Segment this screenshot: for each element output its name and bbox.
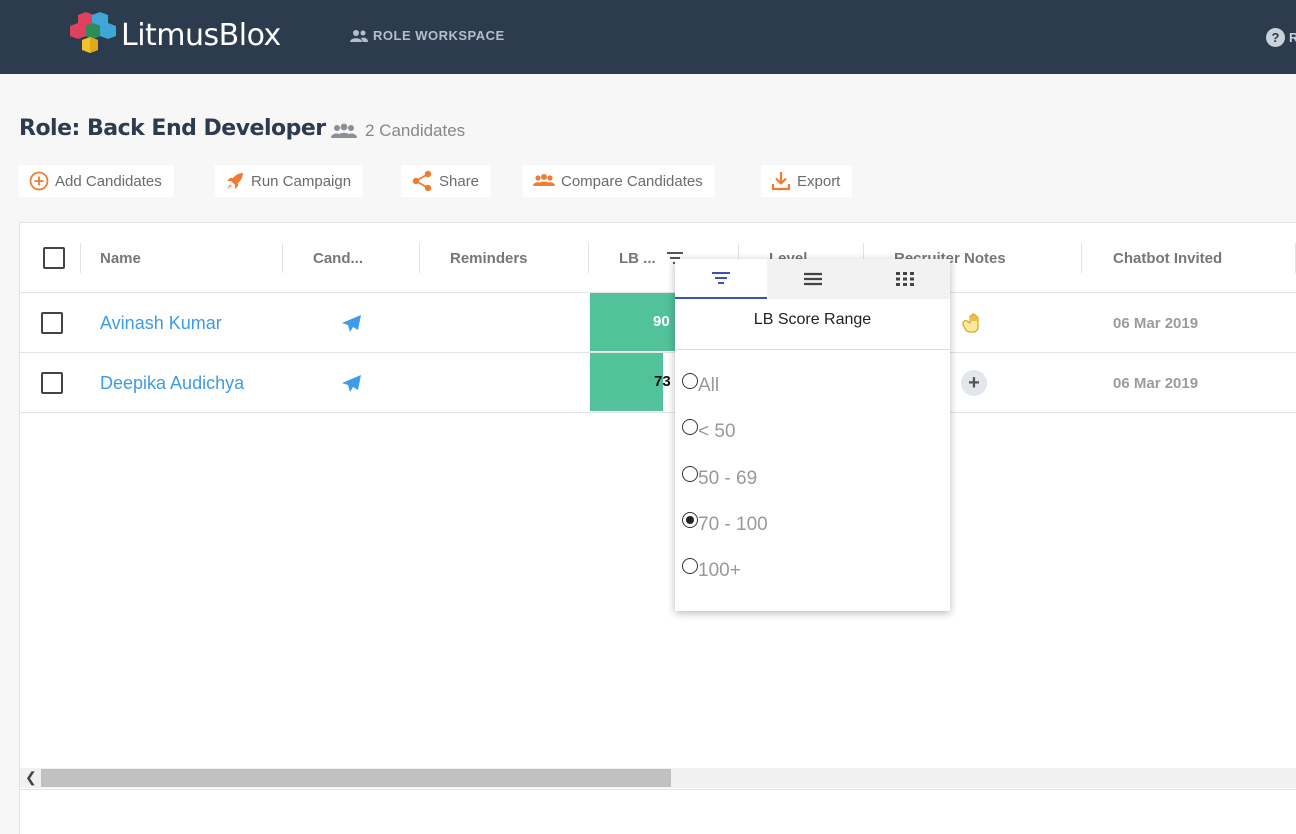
filter-option-all[interactable]: All [682, 373, 719, 397]
chatbot-invited-date: 06 Mar 2019 [1113, 314, 1199, 332]
menu-lines-icon [804, 272, 822, 286]
top-navbar: LitmusBlox ROLE WORKSPACE ? R [0, 0, 1296, 74]
share-label: Share [439, 172, 480, 190]
table-row: Deepika Audichya 73 + 06 Mar 2019 [20, 353, 1296, 413]
tab-general[interactable] [767, 259, 859, 299]
lb-score-value: 73 [654, 373, 671, 390]
plus-circle-icon [29, 171, 49, 191]
hand-pointer-icon[interactable] [961, 312, 987, 334]
share-button[interactable]: Share [401, 165, 492, 197]
brand-name: LitmusBlox [121, 18, 281, 53]
column-header-lb-score[interactable]: LB ... [619, 223, 656, 293]
table-footer-divider [20, 789, 1296, 790]
filter-option-lt-50[interactable]: < 50 [682, 419, 736, 443]
add-candidates-label: Add Candidates [55, 172, 162, 190]
scroll-left-arrow-icon[interactable]: ❮ [25, 769, 37, 786]
filter-popup-tabs [675, 259, 950, 299]
filter-option-label: 70 - 100 [698, 514, 768, 535]
filter-option-label: 100+ [698, 560, 741, 581]
column-divider [80, 243, 81, 273]
export-label: Export [797, 172, 841, 190]
column-header-name[interactable]: Name [100, 223, 141, 293]
radio-button-selected[interactable] [682, 512, 698, 528]
table-row: Avinash Kumar 90 06 Mar 2019 [20, 293, 1296, 353]
run-campaign-label: Run Campaign [251, 172, 352, 190]
row-checkbox[interactable] [41, 372, 63, 394]
column-header-chatbot-invited[interactable]: Chatbot Invited [1113, 223, 1222, 293]
select-all-checkbox[interactable] [43, 247, 65, 269]
lb-score-bar [590, 353, 663, 411]
horizontal-scrollbar[interactable]: ❮ [20, 768, 1296, 788]
column-divider [282, 243, 283, 273]
candidate-name-link[interactable]: Deepika Audichya [100, 373, 244, 394]
add-candidates-button[interactable]: Add Candidates [19, 165, 174, 197]
export-button[interactable]: Export [761, 165, 853, 197]
filter-option-label: 50 - 69 [698, 468, 758, 489]
chatbot-invited-date: 06 Mar 2019 [1113, 374, 1199, 392]
radio-button[interactable] [682, 373, 698, 389]
users-icon [331, 123, 357, 138]
add-note-button[interactable]: + [961, 370, 987, 396]
column-divider [588, 243, 589, 273]
compare-candidates-label: Compare Candidates [561, 172, 703, 190]
column-divider [1081, 243, 1082, 273]
filter-option-50-69[interactable]: 50 - 69 [682, 466, 757, 490]
help-icon: ? [1266, 28, 1285, 47]
radio-button[interactable] [682, 558, 698, 574]
users-group-icon [533, 174, 555, 186]
column-divider [419, 243, 420, 273]
tab-columns[interactable] [859, 259, 951, 299]
table-header: Name Cand... Reminders LB ... Level Recr… [20, 223, 1296, 293]
tab-filter[interactable] [675, 259, 767, 299]
filter-popup-title: LB Score Range [753, 311, 872, 328]
help-menu[interactable]: ? R [1266, 28, 1296, 47]
filter-option-label: < 50 [698, 421, 736, 442]
candidate-count: 2 Candidates [331, 121, 465, 141]
users-icon [350, 29, 368, 42]
run-campaign-button[interactable]: Run Campaign [215, 165, 364, 197]
candidates-table: Name Cand... Reminders LB ... Level Recr… [19, 222, 1296, 834]
compare-candidates-button[interactable]: Compare Candidates [523, 165, 715, 197]
popup-divider [675, 349, 950, 350]
nav-role-workspace[interactable]: ROLE WORKSPACE [349, 28, 505, 43]
column-header-reminders[interactable]: Reminders [450, 223, 528, 293]
radio-button[interactable] [682, 466, 698, 482]
nav-role-workspace-label: ROLE WORKSPACE [373, 28, 505, 43]
help-label: R [1289, 30, 1296, 45]
row-checkbox[interactable] [41, 312, 63, 334]
filter-option-label: All [698, 375, 720, 396]
download-icon [771, 172, 791, 191]
paper-plane-icon[interactable] [342, 314, 361, 332]
litmusblox-logo-icon[interactable] [68, 12, 118, 62]
rocket-icon [227, 173, 243, 189]
filter-option-100-plus[interactable]: 100+ [682, 558, 741, 582]
radio-button[interactable] [682, 419, 698, 435]
filter-icon [712, 272, 730, 284]
candidate-count-label: 2 Candidates [365, 121, 466, 140]
page-title: Role: Back End Developer [19, 116, 326, 141]
scrollbar-thumb[interactable] [41, 769, 671, 787]
column-header-candidate[interactable]: Cand... [313, 223, 363, 293]
lb-score-filter-popup: LB Score Range All < 50 50 - 69 70 - 100… [675, 259, 950, 611]
candidate-name-link[interactable]: Avinash Kumar [100, 313, 222, 334]
paper-plane-icon[interactable] [342, 374, 361, 392]
filter-option-70-100[interactable]: 70 - 100 [682, 512, 768, 536]
lb-score-value: 90 [653, 313, 670, 330]
share-icon [412, 170, 432, 192]
grid-icon [896, 272, 914, 286]
